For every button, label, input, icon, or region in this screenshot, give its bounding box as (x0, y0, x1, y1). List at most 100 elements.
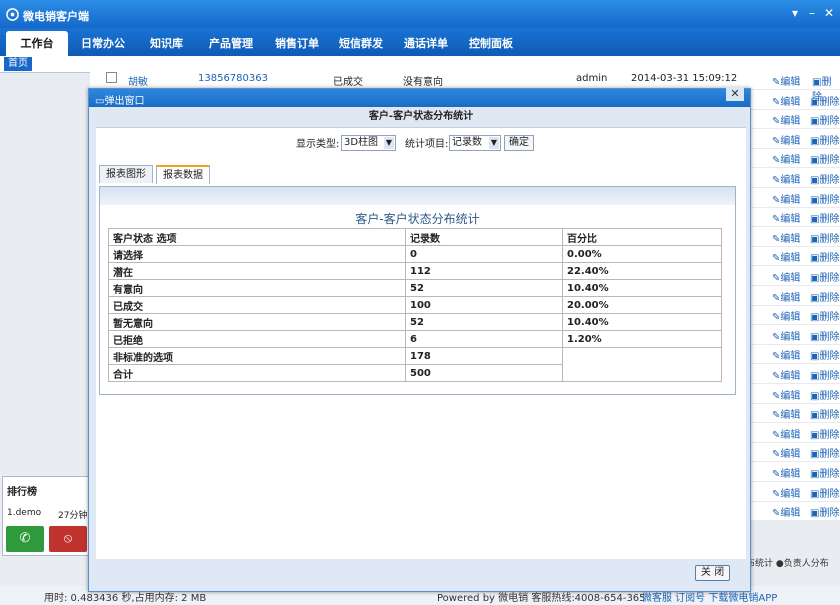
delete-link[interactable]: ▣删除 (810, 269, 839, 284)
cell-count: 178 (405, 347, 563, 365)
delete-link[interactable]: ▣删除 (810, 171, 839, 186)
cell-option: 有意向 (108, 279, 406, 297)
edit-link[interactable]: ✎编辑 (772, 230, 800, 245)
delete-link[interactable]: ▣删除 (810, 485, 839, 500)
edit-link[interactable]: ✎编辑 (772, 504, 800, 519)
customer-name[interactable]: 胡敏 (128, 73, 148, 88)
tab-sms-broadcast[interactable]: 短信群发 (339, 35, 383, 51)
table-row: 暂无意向 52 10.40% (108, 313, 722, 331)
edit-link[interactable]: ✎编辑 (772, 249, 800, 264)
edit-link[interactable]: ✎编辑 (772, 387, 800, 402)
delete-link[interactable]: ▣删除 (810, 210, 839, 225)
refresh-icon[interactable]: ⟳ (59, 30, 67, 41)
edit-link[interactable]: ✎编辑 (772, 445, 800, 460)
tab-control-panel[interactable]: 控制面板 (469, 35, 513, 51)
edit-link[interactable]: ✎编辑 (772, 328, 800, 343)
header-option: 客户状态 选项 (108, 228, 406, 246)
row-checkbox[interactable] (106, 72, 117, 83)
tab-report-chart[interactable]: 报表图形 (99, 165, 153, 183)
delete-link[interactable]: ▣删除 (810, 426, 839, 441)
edit-link[interactable]: ✎编辑 (772, 308, 800, 323)
tab-product-management[interactable]: 产品管理 (209, 35, 253, 51)
cell-count: 112 (405, 262, 563, 280)
delete-link[interactable]: ▣删除 (810, 445, 839, 460)
delete-link[interactable]: ▣删除 (810, 308, 839, 323)
popup-title: ▭弹出窗口 (95, 96, 145, 107)
delete-link[interactable]: ▣删除 (810, 328, 839, 343)
edit-link[interactable]: ✎编辑 (772, 191, 800, 206)
edit-link[interactable]: ✎编辑 (772, 112, 800, 127)
created-time: 2014-03-31 15:09:12 (631, 73, 738, 84)
owner-user: admin (576, 73, 608, 84)
delete-link[interactable]: ▣删除 (810, 191, 839, 206)
tab-report-data[interactable]: 报表数据 (156, 165, 210, 184)
tab-knowledge-base[interactable]: 知识库 (150, 35, 183, 51)
edit-link[interactable]: ✎编辑 (772, 465, 800, 480)
cell-percent: 0.00% (562, 245, 722, 263)
edit-link[interactable]: ✎编辑 (772, 269, 800, 284)
delete-link[interactable]: ▣删除 (810, 132, 839, 147)
menu-dropdown-icon[interactable]: ▾ (788, 6, 802, 20)
tab-daily-office[interactable]: 日常办公 (81, 35, 125, 51)
edit-link[interactable]: ✎编辑 (772, 132, 800, 147)
minimize-button[interactable]: – (805, 6, 819, 20)
popup-body: 客户-客户状态分布统计 显示类型: 3D柱图 ▼ 统计项目: 记录数 ▼ 确定 报表… (96, 107, 746, 559)
table-header-row: 客户状态 选项 记录数 百分比 (108, 228, 722, 246)
delete-link[interactable]: ▣删除 (810, 367, 839, 382)
cell-option: 非标准的选项 (108, 347, 406, 365)
report-title: 客户-客户状态分布统计 (96, 107, 746, 128)
table-row: 非标准的选项 178 (108, 347, 722, 382)
edit-link[interactable]: ✎编辑 (772, 151, 800, 166)
stats-table: 客户状态 选项 记录数 百分比 请选择 0 0.00% 潜在 112 22.40% 有意… (108, 228, 722, 382)
edit-link[interactable]: ✎编辑 (772, 73, 800, 88)
display-type-select[interactable]: 3D柱图 ▼ (341, 135, 396, 151)
delete-link[interactable]: ▣删除 (810, 151, 839, 166)
cell-percent: 22.40% (562, 262, 722, 280)
delete-link[interactable]: ▣删除 (810, 347, 839, 362)
dial-button[interactable]: ✆ (6, 526, 44, 552)
table-title: 客户-客户状态分布统计 (355, 212, 480, 226)
edit-link[interactable]: ✎编辑 (772, 171, 800, 186)
edit-link[interactable]: ✎编辑 (772, 210, 800, 225)
main-nav: 工作台 日常办公 知识库 产品管理 销售订单 短信群发 通话详单 控制面板 (0, 28, 840, 56)
ranking-title: 排行榜 (7, 487, 37, 498)
edit-link[interactable]: ✎编辑 (772, 426, 800, 441)
cell-percent: 10.40% (562, 313, 722, 331)
popup-close-icon[interactable]: ✕ (726, 87, 744, 101)
cell-count: 52 (405, 279, 563, 297)
delete-link[interactable]: ▣删除 (810, 387, 839, 402)
delete-link[interactable]: ▣删除 (810, 249, 839, 264)
stat-item-select[interactable]: 记录数 ▼ (449, 135, 501, 151)
delete-link[interactable]: ▣删除 (810, 465, 839, 480)
edit-link[interactable]: ✎编辑 (772, 347, 800, 362)
display-type-label: 显示类型: (296, 139, 340, 150)
delete-link[interactable]: ▣删除 (810, 230, 839, 245)
edit-link[interactable]: ✎编辑 (772, 367, 800, 382)
customer-phone[interactable]: 13856780363 (198, 73, 268, 84)
cell-option: 请选择 (108, 245, 406, 263)
customer-intent: 没有意向 (403, 77, 443, 88)
delete-link[interactable]: ▣删除 (810, 406, 839, 421)
chevron-down-icon: ▼ (384, 137, 394, 149)
edit-link[interactable]: ✎编辑 (772, 406, 800, 421)
edit-link[interactable]: ✎编辑 (772, 93, 800, 108)
close-button[interactable]: 关 闭 (695, 565, 730, 581)
tab-call-details[interactable]: 通话详单 (404, 35, 448, 51)
close-app-button[interactable]: ✕ (822, 6, 836, 20)
edit-link[interactable]: ✎编辑 (772, 289, 800, 304)
hangup-button[interactable]: ⦸ (49, 526, 87, 552)
table-row: 已拒绝 6 1.20% (108, 330, 722, 348)
edit-link[interactable]: ✎编辑 (772, 485, 800, 500)
chevron-down-icon: ▼ (489, 137, 499, 149)
delete-link[interactable]: ▣删除 (810, 504, 839, 519)
delete-link[interactable]: ▣删除 (810, 289, 839, 304)
confirm-button[interactable]: 确定 (504, 135, 534, 151)
delete-link[interactable]: ▣删除 (810, 93, 839, 108)
delete-link[interactable]: ▣删除 (810, 112, 839, 127)
header-percent: 百分比 (562, 228, 722, 246)
tab-home[interactable]: 首页 (4, 57, 32, 71)
tab-sales-orders[interactable]: 销售订单 (275, 35, 319, 51)
cell-count: 100 (405, 296, 563, 314)
cell-percent: 20.00% (562, 296, 722, 314)
ranking-user: 1.demo (7, 508, 42, 518)
